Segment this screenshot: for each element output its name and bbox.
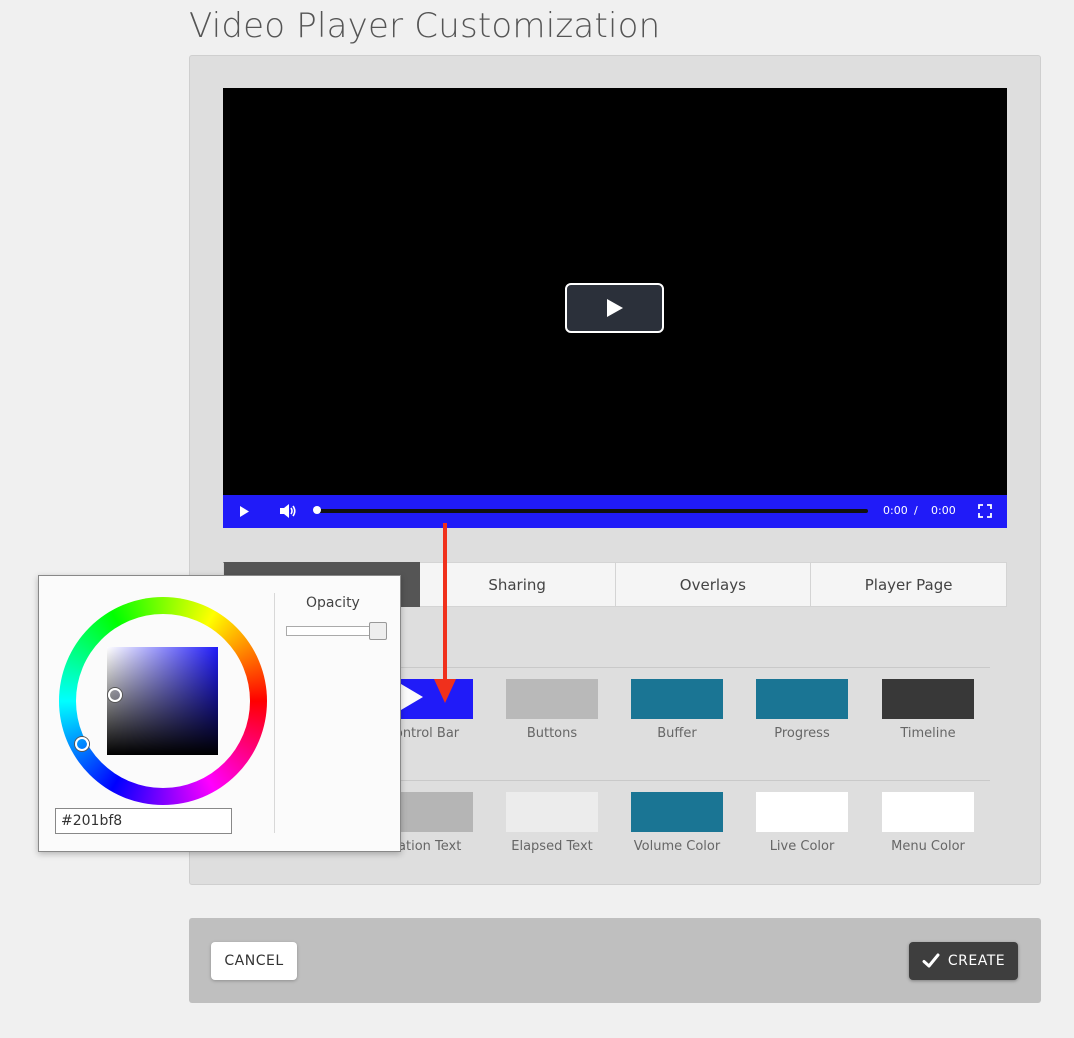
checkmark-icon: [922, 953, 940, 968]
swatch-label: Buffer: [657, 726, 697, 741]
swatch-label: Volume Color: [633, 839, 721, 854]
color-swatch[interactable]: [631, 792, 723, 832]
swatch-label: Progress: [774, 726, 830, 741]
picker-pointer: [401, 684, 423, 710]
hex-color-input[interactable]: [55, 808, 232, 834]
swatch-buttons[interactable]: Buttons: [506, 679, 598, 741]
color-swatch[interactable]: [756, 792, 848, 832]
video-player-preview: 0:00 / 0:00: [223, 88, 1007, 528]
play-icon[interactable]: [239, 505, 250, 518]
current-time: 0:00: [883, 504, 908, 517]
swatch-label: Buttons: [526, 726, 578, 741]
opacity-slider-thumb[interactable]: [369, 622, 387, 640]
tab-player-page[interactable]: Player Page: [811, 562, 1007, 607]
color-swatch[interactable]: [506, 792, 598, 832]
swatch-menu-color[interactable]: Menu Color: [882, 792, 974, 854]
swatch-elapsed-text[interactable]: Elapsed Text: [506, 792, 598, 854]
swatch-label: Elapsed Text: [511, 839, 593, 854]
sv-marker[interactable]: [108, 688, 122, 702]
color-swatch[interactable]: [631, 679, 723, 719]
swatch-timeline[interactable]: Timeline: [882, 679, 974, 741]
color-swatch[interactable]: [506, 679, 598, 719]
swatch-live-color[interactable]: Live Color: [756, 792, 848, 854]
fullscreen-icon[interactable]: [978, 504, 992, 518]
play-icon: [606, 299, 623, 317]
tab-overlays[interactable]: Overlays: [615, 562, 812, 607]
swatch-buffer[interactable]: Buffer: [631, 679, 723, 741]
footer-bar: CANCEL CREATE: [189, 918, 1041, 1003]
progress-knob[interactable]: [313, 506, 321, 514]
picker-divider: [274, 593, 275, 833]
color-swatch[interactable]: [756, 679, 848, 719]
control-bar: 0:00 / 0:00: [223, 495, 1007, 528]
progress-track[interactable]: [313, 506, 868, 514]
saturation-value-square[interactable]: [107, 647, 218, 755]
swatch-label: Live Color: [769, 839, 835, 854]
color-picker-popup: Opacity: [38, 575, 401, 852]
time-separator: /: [914, 504, 918, 517]
page-title: Video Player Customization: [189, 6, 661, 46]
annotation-arrow: [443, 523, 447, 683]
swatch-label: Menu Color: [891, 839, 965, 854]
swatch-label: Timeline: [900, 726, 956, 741]
duration-time: 0:00: [931, 504, 956, 517]
color-swatch[interactable]: [882, 792, 974, 832]
swatch-volume-color[interactable]: Volume Color: [631, 792, 723, 854]
big-play-button[interactable]: [565, 283, 664, 333]
annotation-arrow-head: [434, 679, 456, 703]
create-button[interactable]: CREATE: [909, 942, 1018, 980]
swatch-progress[interactable]: Progress: [756, 679, 848, 741]
cancel-button[interactable]: CANCEL: [211, 942, 297, 980]
hue-marker[interactable]: [75, 737, 89, 751]
volume-icon[interactable]: [279, 503, 297, 519]
tab-sharing[interactable]: Sharing: [419, 562, 616, 607]
create-button-label: CREATE: [947, 953, 1006, 969]
color-swatch[interactable]: [882, 679, 974, 719]
opacity-label: Opacity: [306, 595, 360, 611]
